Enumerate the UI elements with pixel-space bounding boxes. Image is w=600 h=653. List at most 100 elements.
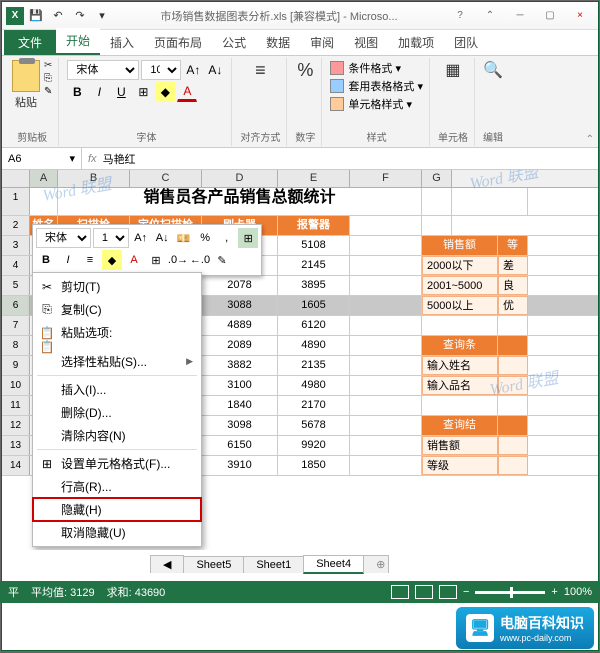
help-button[interactable]: ? <box>446 6 474 26</box>
page-layout-button[interactable] <box>415 585 433 599</box>
normal-view-button[interactable] <box>391 585 409 599</box>
font-color-button[interactable]: A <box>177 82 197 102</box>
menu-clear[interactable]: 清除内容(N) <box>33 424 201 447</box>
number-format-button[interactable]: % <box>295 60 315 81</box>
close-button[interactable]: × <box>566 6 594 26</box>
tab-addins[interactable]: 加载项 <box>388 30 444 55</box>
tab-team[interactable]: 团队 <box>444 30 488 55</box>
sheet-tab-add[interactable]: ⊕ <box>363 555 389 573</box>
row-header[interactable]: 5 <box>2 276 30 295</box>
ribbon-collapse-button[interactable]: ⌃ <box>476 6 504 26</box>
page-break-button[interactable] <box>439 585 457 599</box>
sheet-tab-sheet1[interactable]: Sheet1 <box>243 556 304 573</box>
border-button[interactable]: ⊞ <box>133 82 153 102</box>
file-tab[interactable]: 文件 <box>4 30 56 55</box>
mini-border[interactable]: ⊞ <box>146 250 166 270</box>
menu-cut[interactable]: ✂剪切(T) <box>33 275 201 298</box>
row-header[interactable]: 8 <box>2 336 30 355</box>
col-header-a[interactable]: A <box>30 170 58 187</box>
menu-paste-special[interactable]: 选择性粘贴(S)...▶ <box>33 350 201 373</box>
row-header[interactable]: 1 <box>2 188 30 215</box>
find-button[interactable]: 🔍 <box>483 60 503 80</box>
tab-home[interactable]: 开始 <box>56 28 100 55</box>
italic-button[interactable]: I <box>89 82 109 102</box>
mini-decrease-font[interactable]: A↓ <box>152 228 172 248</box>
font-size-select[interactable]: 10 <box>141 60 181 80</box>
row-header[interactable]: 11 <box>2 396 30 415</box>
fx-icon[interactable]: fx <box>88 153 97 165</box>
mini-painter[interactable]: ✎ <box>212 250 232 270</box>
tab-review[interactable]: 审阅 <box>300 30 344 55</box>
menu-unhide[interactable]: 取消隐藏(U) <box>33 521 201 544</box>
menu-hide[interactable]: 隐藏(H) <box>33 498 201 521</box>
mini-size-select[interactable]: 10 <box>93 228 129 248</box>
zoom-in-button[interactable]: + <box>551 586 557 598</box>
increase-font-button[interactable]: A↑ <box>183 60 203 80</box>
title-cell[interactable]: 销售员各产品销售总额统计 <box>58 188 422 215</box>
mini-bold[interactable]: B <box>36 250 56 270</box>
select-all-corner[interactable] <box>2 170 30 187</box>
qat-undo-icon[interactable]: ↶ <box>48 6 68 26</box>
row-header[interactable]: 13 <box>2 436 30 455</box>
cut-button[interactable]: ✂ <box>44 60 52 71</box>
namebox-dropdown-icon[interactable]: ▾ <box>69 152 75 165</box>
row-header[interactable]: 6 <box>2 296 30 315</box>
mini-percent-button[interactable]: % <box>195 228 215 248</box>
decrease-font-button[interactable]: A↓ <box>205 60 225 80</box>
mini-comma-button[interactable]: , <box>217 228 237 248</box>
row-header[interactable]: 2 <box>2 216 30 235</box>
mini-increase-font[interactable]: A↑ <box>131 228 151 248</box>
mini-font-color[interactable]: A <box>124 250 144 270</box>
qat-redo-icon[interactable]: ↷ <box>70 6 90 26</box>
menu-delete[interactable]: 删除(D)... <box>33 401 201 424</box>
row-header[interactable]: 12 <box>2 416 30 435</box>
mini-align[interactable]: ≡ <box>80 250 100 270</box>
tab-data[interactable]: 数据 <box>256 30 300 55</box>
fill-color-button[interactable]: ◆ <box>155 82 175 102</box>
row-header[interactable]: 10 <box>2 376 30 395</box>
menu-format-cells[interactable]: ⊞设置单元格格式(F)... <box>33 452 201 475</box>
sheet-tab-sheet5[interactable]: Sheet5 <box>183 556 244 573</box>
name-box[interactable]: A6▾ <box>2 148 82 169</box>
mini-currency-button[interactable]: 💴 <box>174 228 194 248</box>
col-header-e[interactable]: E <box>278 170 350 187</box>
minimize-button[interactable]: ─ <box>506 6 534 26</box>
sheet-tab-prev[interactable]: ◀ <box>150 555 184 573</box>
menu-insert[interactable]: 插入(I)... <box>33 378 201 401</box>
cell-styles-button[interactable]: 单元格样式 ▾ <box>330 96 423 112</box>
tab-insert[interactable]: 插入 <box>100 30 144 55</box>
row-header[interactable]: 9 <box>2 356 30 375</box>
paste-button[interactable]: 粘贴 <box>12 60 40 110</box>
row-header[interactable]: 7 <box>2 316 30 335</box>
col-header-c[interactable]: C <box>130 170 202 187</box>
zoom-out-button[interactable]: − <box>463 586 469 598</box>
col-header-d[interactable]: D <box>202 170 278 187</box>
format-painter-button[interactable]: ✎ <box>44 86 52 97</box>
row-header[interactable]: 4 <box>2 256 30 275</box>
mini-italic[interactable]: I <box>58 250 78 270</box>
mini-dec-dec[interactable]: ←.0 <box>190 250 210 270</box>
copy-button[interactable]: ⎘ <box>44 73 52 84</box>
col-header-g[interactable]: G <box>422 170 452 187</box>
row-header[interactable]: 14 <box>2 456 30 475</box>
maximize-button[interactable]: ▢ <box>536 6 564 26</box>
collapse-ribbon-icon[interactable]: ⌃ <box>586 134 594 145</box>
alignment-button[interactable]: ≡ <box>240 60 280 81</box>
cells-button[interactable]: ▦ <box>438 60 468 80</box>
col-header-f[interactable]: F <box>350 170 422 187</box>
mini-fill[interactable]: ◆ <box>102 250 122 270</box>
table-format-button[interactable]: 套用表格格式 ▾ <box>330 78 423 94</box>
qat-save-icon[interactable]: 💾 <box>26 6 46 26</box>
zoom-level[interactable]: 100% <box>564 586 592 598</box>
qat-customize-icon[interactable]: ▾ <box>92 6 112 26</box>
mini-merge-button[interactable]: ⊞ <box>238 228 258 248</box>
menu-copy[interactable]: ⎘复制(C) <box>33 298 201 321</box>
zoom-slider[interactable] <box>475 591 545 594</box>
sheet-tab-sheet4[interactable]: Sheet4 <box>303 555 364 574</box>
formula-bar-value[interactable]: 马艳红 <box>103 151 136 167</box>
tab-layout[interactable]: 页面布局 <box>144 30 212 55</box>
font-name-select[interactable]: 宋体 <box>67 60 139 80</box>
underline-button[interactable]: U <box>111 82 131 102</box>
row-header[interactable]: 3 <box>2 236 30 255</box>
mini-dec-inc[interactable]: .0→ <box>168 250 188 270</box>
